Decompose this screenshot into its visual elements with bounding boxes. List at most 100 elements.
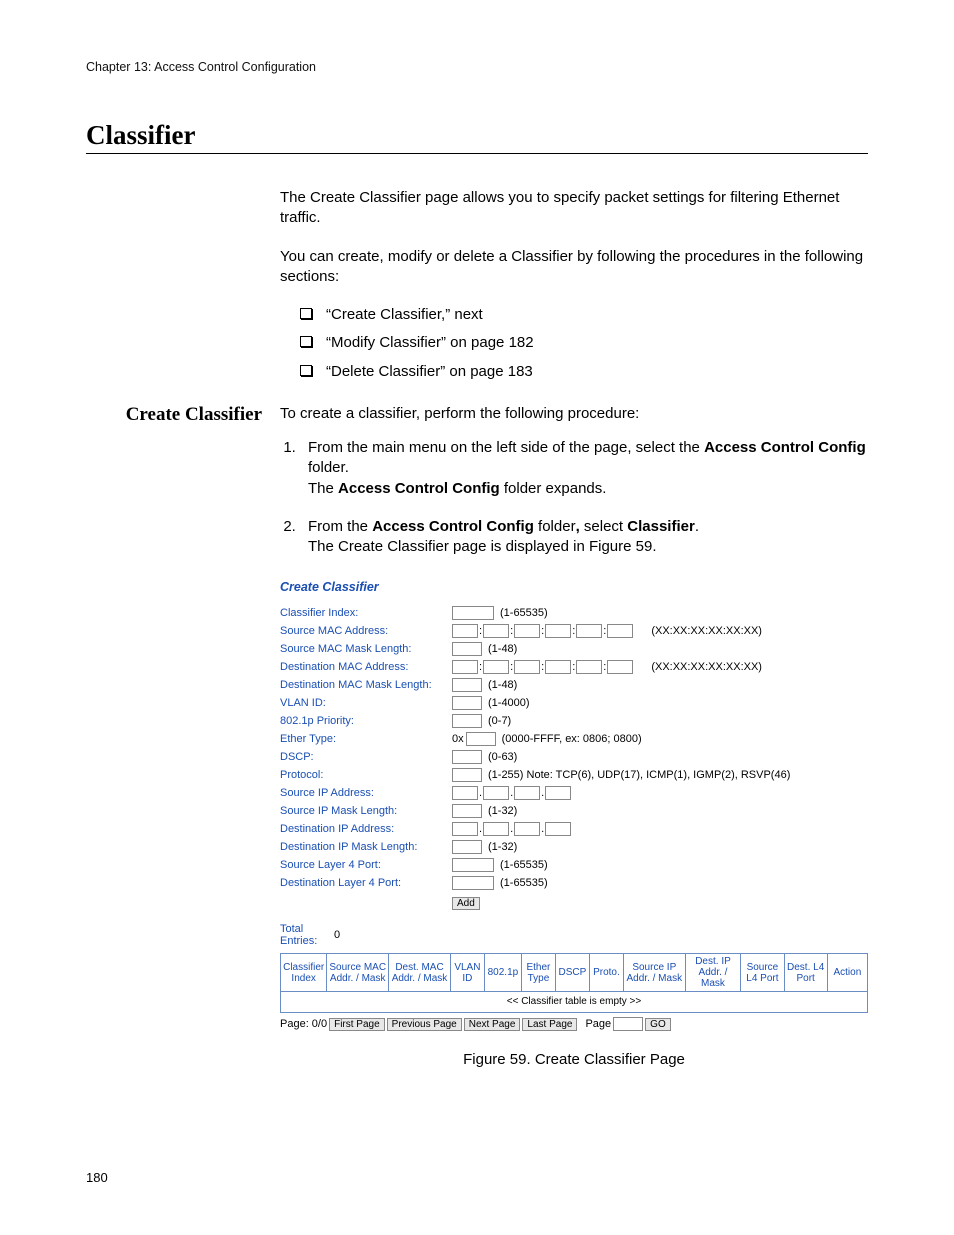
page-input[interactable]	[613, 1017, 643, 1031]
step1-line2b: folder expands.	[500, 480, 607, 497]
row-dst-mac: Destination MAC Address: : : : : : (XX:X…	[280, 658, 868, 676]
src-mac-6[interactable]	[607, 624, 633, 638]
step1-pre: From the main menu on the left side of t…	[308, 439, 704, 456]
vlan-id-input[interactable]	[452, 696, 482, 710]
src-mac-5[interactable]	[576, 624, 602, 638]
label: Source IP Mask Length:	[280, 804, 452, 819]
bullet-item: “Delete Classifier” on page 183	[300, 362, 868, 382]
step1-bold2: Access Control Config	[338, 480, 500, 497]
total-entries-value: 0	[334, 928, 340, 943]
steps: From the main menu on the left side of t…	[280, 438, 868, 557]
src-mac-mask-input[interactable]	[452, 642, 482, 656]
label: Source MAC Mask Length:	[280, 642, 452, 657]
label: Protocol:	[280, 768, 452, 783]
dst-mac-6[interactable]	[607, 660, 633, 674]
row-dst-ip: Destination IP Address: . . .	[280, 820, 868, 838]
src-mac-2[interactable]	[483, 624, 509, 638]
dscp-input[interactable]	[452, 750, 482, 764]
table-empty-row: << Classifier table is empty >>	[281, 992, 868, 1013]
src-ip-mask-input[interactable]	[452, 804, 482, 818]
8021p-input[interactable]	[452, 714, 482, 728]
classifier-index-input[interactable]	[452, 606, 494, 620]
label: DSCP:	[280, 750, 452, 765]
dst-ip-mask-input[interactable]	[452, 840, 482, 854]
step2-bold1: Access Control Config	[372, 518, 534, 535]
row-dst-l4: Destination Layer 4 Port: (1-65535)	[280, 874, 868, 892]
page-label: Page	[585, 1017, 611, 1032]
first-page-button[interactable]: First Page	[329, 1018, 385, 1031]
row-classifier-index: Classifier Index: (1-65535)	[280, 604, 868, 622]
hint: (1-65535)	[500, 858, 548, 873]
label: Destination IP Mask Length:	[280, 840, 452, 855]
dst-ip-3[interactable]	[514, 822, 540, 836]
col-dst-mac: Dest. MAC Addr. / Mask	[389, 954, 451, 992]
row-vlan-id: VLAN ID: (1-4000)	[280, 694, 868, 712]
dst-l4-input[interactable]	[452, 876, 494, 890]
row-src-ip: Source IP Address: . . .	[280, 784, 868, 802]
total-entries-label: Total Entries:	[280, 923, 324, 947]
label: VLAN ID:	[280, 696, 452, 711]
step2-pre: From the	[308, 518, 372, 535]
hint: (1-65535)	[500, 606, 548, 621]
dst-mac-3[interactable]	[514, 660, 540, 674]
label: 802.1p Priority:	[280, 714, 452, 729]
label: Source Layer 4 Port:	[280, 858, 452, 873]
classifier-table: Classifier Index Source MAC Addr. / Mask…	[280, 953, 868, 1013]
src-ip-2[interactable]	[483, 786, 509, 800]
row-dscp: DSCP: (0-63)	[280, 748, 868, 766]
col-src-mac: Source MAC Addr. / Mask	[327, 954, 389, 992]
hint: (0-7)	[488, 714, 511, 729]
section-title: Classifier	[86, 120, 868, 151]
classifier-form: Classifier Index: (1-65535) Source MAC A…	[280, 604, 868, 911]
dst-mac-2[interactable]	[483, 660, 509, 674]
go-button[interactable]: GO	[645, 1018, 671, 1031]
create-lead: To create a classifier, perform the foll…	[280, 404, 868, 424]
src-mac-1[interactable]	[452, 624, 478, 638]
hint: (1-32)	[488, 804, 517, 819]
ether-type-input[interactable]	[466, 732, 496, 746]
empty-cell: << Classifier table is empty >>	[281, 992, 868, 1013]
create-section: Create Classifier To create a classifier…	[86, 404, 868, 1070]
row-dst-ip-mask: Destination IP Mask Length: (1-32)	[280, 838, 868, 856]
src-ip-4[interactable]	[545, 786, 571, 800]
col-dst-l4: Dest. L4 Port	[784, 954, 827, 992]
intro-bullets: “Create Classifier,” next “Modify Classi…	[280, 305, 868, 382]
step2-end: .	[695, 518, 699, 535]
pager-status: Page: 0/0	[280, 1017, 327, 1032]
dst-ip-2[interactable]	[483, 822, 509, 836]
body: The Create Classifier page allows you to…	[86, 188, 868, 404]
step2-bold2: Classifier	[627, 518, 695, 535]
bullet-item: “Modify Classifier” on page 182	[300, 333, 868, 353]
create-heading: Create Classifier	[86, 404, 280, 426]
prev-page-button[interactable]: Previous Page	[387, 1018, 462, 1031]
src-ip-1[interactable]	[452, 786, 478, 800]
figure-59: Create Classifier Classifier Index: (1-6…	[280, 579, 868, 1070]
intro-p2: You can create, modify or delete a Class…	[280, 247, 868, 288]
chapter-header: Chapter 13: Access Control Configuration	[86, 60, 868, 74]
last-page-button[interactable]: Last Page	[522, 1018, 577, 1031]
hex-prefix: 0x	[452, 732, 464, 747]
dst-ip-1[interactable]	[452, 822, 478, 836]
src-mac-3[interactable]	[514, 624, 540, 638]
right-column: The Create Classifier page allows you to…	[280, 188, 868, 404]
dst-mac-4[interactable]	[545, 660, 571, 674]
src-l4-input[interactable]	[452, 858, 494, 872]
row-src-mac-mask: Source MAC Mask Length: (1-48)	[280, 640, 868, 658]
protocol-input[interactable]	[452, 768, 482, 782]
src-ip-3[interactable]	[514, 786, 540, 800]
dst-mac-mask-input[interactable]	[452, 678, 482, 692]
src-mac-4[interactable]	[545, 624, 571, 638]
dst-ip-4[interactable]	[545, 822, 571, 836]
col-proto: Proto.	[589, 954, 623, 992]
col-8021p: 802.1p	[484, 954, 521, 992]
row-dst-mac-mask: Destination MAC Mask Length: (1-48)	[280, 676, 868, 694]
col-ether: Ether Type	[521, 954, 555, 992]
dst-mac-5[interactable]	[576, 660, 602, 674]
hint: (XX:XX:XX:XX:XX:XX)	[651, 624, 762, 639]
col-src-l4: Source L4 Port	[741, 954, 784, 992]
add-button[interactable]: Add	[452, 897, 480, 910]
hint: (1-4000)	[488, 696, 530, 711]
dst-mac-1[interactable]	[452, 660, 478, 674]
step2-mid1: folder	[534, 518, 576, 535]
next-page-button[interactable]: Next Page	[464, 1018, 521, 1031]
